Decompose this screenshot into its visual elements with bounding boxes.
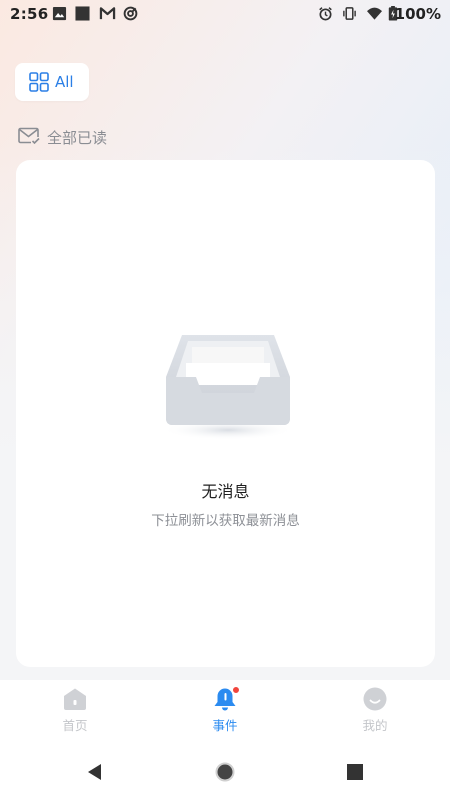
notification-badge	[232, 686, 240, 694]
image-icon	[52, 6, 67, 21]
mail-check-icon	[18, 127, 40, 145]
empty-state-subtitle: 下拉刷新以获取最新消息	[151, 513, 300, 529]
alarm-icon	[319, 7, 332, 21]
wifi-icon	[367, 7, 382, 20]
system-nav-bar	[0, 740, 450, 800]
sync-icon	[123, 6, 138, 21]
profile-icon	[363, 687, 387, 711]
battery-level: 100%	[394, 5, 441, 23]
filter-all-button[interactable]: All	[15, 63, 89, 101]
home-icon	[64, 688, 86, 710]
square-icon	[75, 6, 90, 21]
gmail-icon	[99, 7, 116, 20]
nav-label-profile: 我的	[362, 718, 388, 733]
grid-icon	[29, 72, 49, 92]
nav-item-home[interactable]: 首页	[0, 680, 150, 740]
mark-all-read-label: 全部已读	[47, 129, 108, 147]
vibrate-icon	[343, 7, 356, 20]
bottom-nav: 首页 事件 我的	[0, 680, 450, 740]
nav-label-events: 事件	[212, 718, 238, 733]
nav-item-events[interactable]: 事件	[150, 680, 300, 740]
status-time: 2:56	[10, 5, 49, 23]
empty-state-title: 无消息	[201, 482, 250, 501]
events-card: 无消息 下拉刷新以获取最新消息	[16, 160, 435, 667]
home-circle-icon[interactable]	[215, 762, 235, 782]
nav-label-home: 首页	[62, 718, 88, 733]
filter-label: All	[55, 73, 74, 91]
empty-inbox-icon	[162, 335, 294, 440]
back-icon[interactable]	[85, 762, 105, 782]
status-bar: 2:56 100%	[0, 0, 450, 28]
nav-item-profile[interactable]: 我的	[300, 680, 450, 740]
recents-icon[interactable]	[345, 762, 365, 782]
